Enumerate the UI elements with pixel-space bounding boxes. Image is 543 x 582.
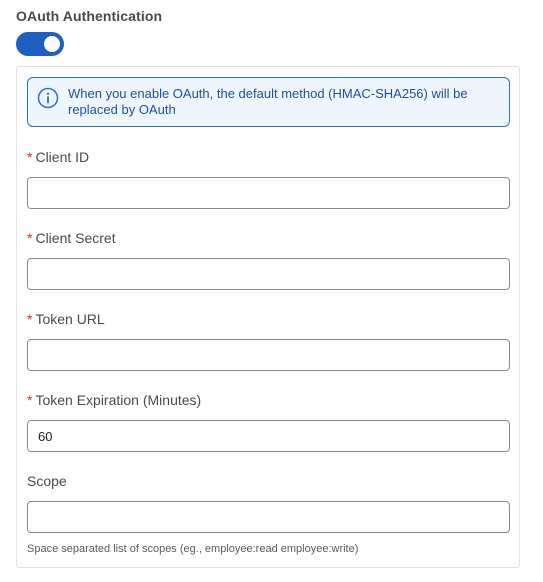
required-marker: * [27,311,33,327]
oauth-toggle[interactable] [16,32,64,56]
toggle-knob [44,36,60,52]
token-expiration-label: * Token Expiration (Minutes) [27,392,202,408]
token-url-label: * Token URL [27,311,105,327]
info-alert: When you enable OAuth, the default metho… [27,77,510,127]
token-url-input[interactable] [27,339,510,371]
oauth-title: OAuth Authentication [16,8,163,24]
info-message: When you enable OAuth, the default metho… [68,86,468,117]
required-marker: * [27,230,33,246]
required-marker: * [27,392,33,408]
oauth-panel: When you enable OAuth, the default metho… [16,66,520,568]
client-id-label: * Client ID [27,149,90,165]
required-marker: * [27,149,33,165]
scope-helper-text: Space separated list of scopes (eg., emp… [27,543,359,555]
info-circle-icon [37,87,59,109]
oauth-settings: OAuth Authentication When you enable OAu… [0,0,543,582]
scope-input[interactable] [27,501,510,533]
client-secret-input[interactable] [27,258,510,290]
client-id-input[interactable] [27,177,510,209]
scope-label: Scope [27,473,67,489]
token-expiration-input[interactable] [27,420,510,452]
client-secret-label: * Client Secret [27,230,116,246]
